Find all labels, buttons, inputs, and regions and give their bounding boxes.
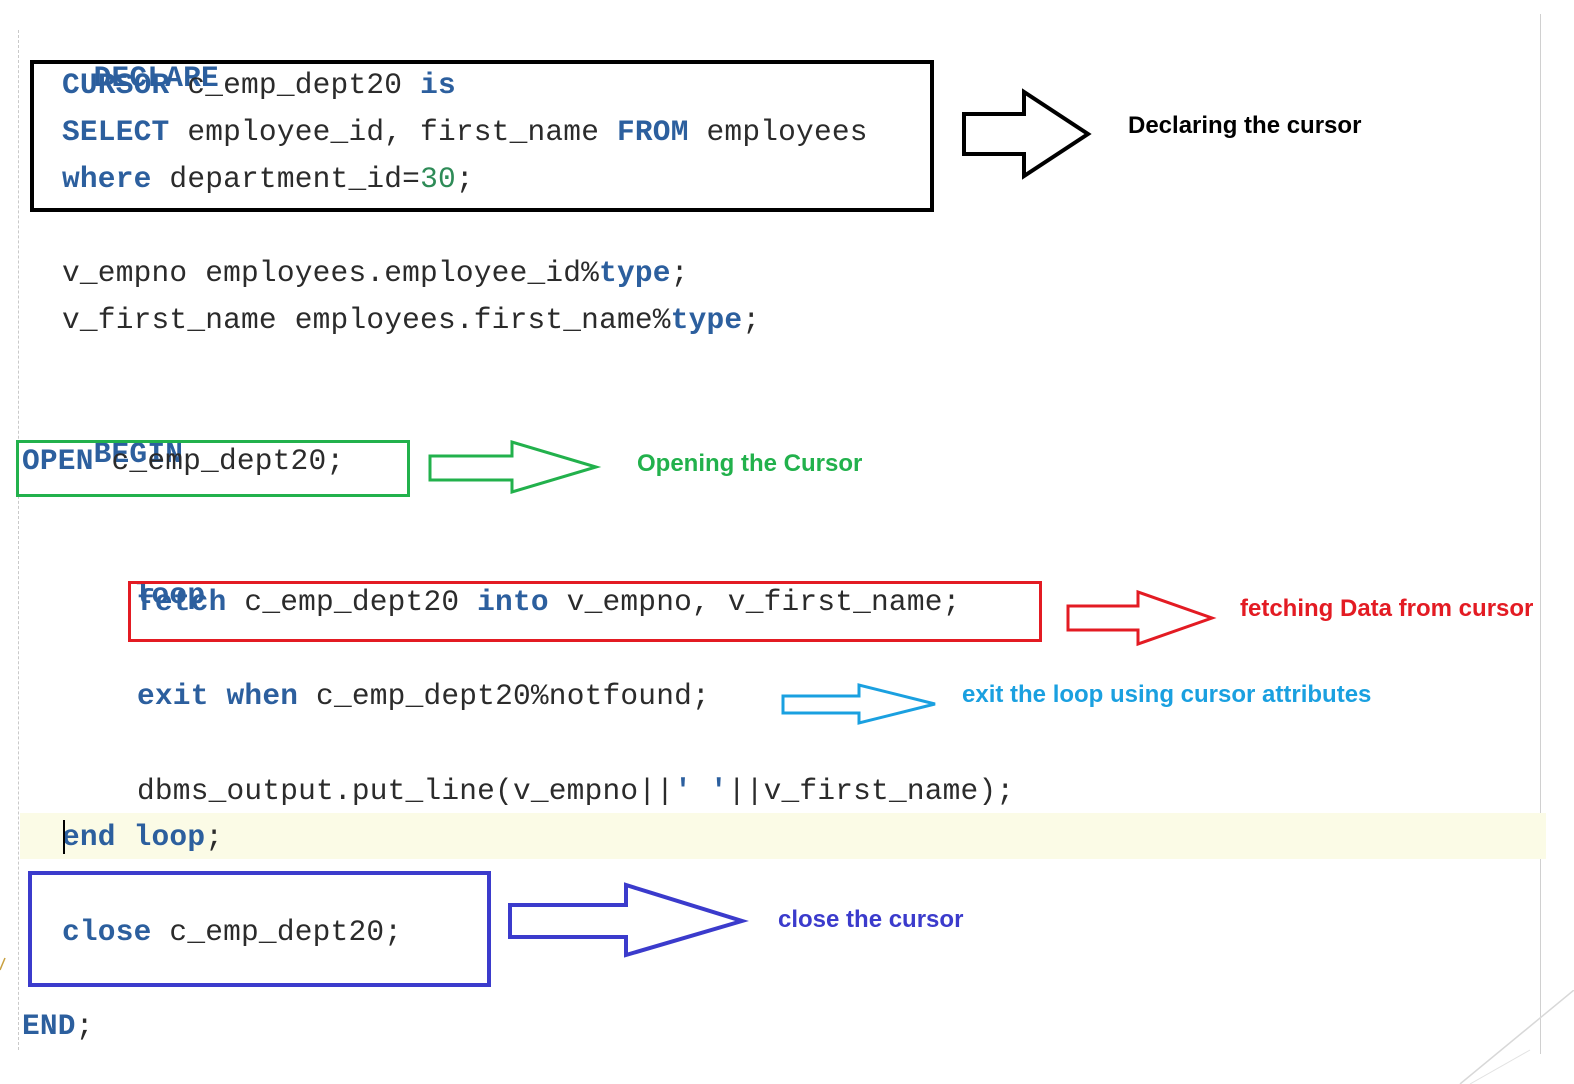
left-edge-mark: [0, 957, 6, 971]
exit-annotation-label: exit the loop using cursor attributes: [962, 681, 1372, 708]
semicolon: ;: [75, 1009, 94, 1043]
corner-decoration: [1459, 990, 1574, 1084]
fetch-cursor-box: [128, 581, 1042, 642]
string-literal: ' ': [674, 774, 728, 808]
code-line-v-empno[interactable]: v_empno employees.employee_id%type;: [62, 253, 689, 293]
close-annotation-label: close the cursor: [778, 906, 964, 933]
code-editor[interactable]: DECLARE CURSOR c_emp_dept20 is SELECT em…: [0, 0, 1574, 1084]
code-line-exit[interactable]: exit when c_emp_dept20%notfound;: [137, 676, 710, 716]
code-line-v-first-name[interactable]: v_first_name employees.first_name%type;: [62, 300, 760, 340]
text-caret: [63, 820, 65, 854]
keyword-when: when: [226, 679, 299, 713]
code-line-end-loop[interactable]: end loop;: [62, 817, 223, 857]
open-annotation-label: Opening the Cursor: [637, 450, 863, 477]
keyword-type: type: [599, 256, 671, 290]
semicolon: ;: [742, 303, 761, 337]
semicolon: ;: [670, 256, 689, 290]
dbms-call-end: ||v_first_name);: [727, 774, 1015, 808]
fetch-arrow-icon: [1066, 589, 1217, 647]
keyword-exit: exit: [137, 679, 209, 713]
gutter-divider: [18, 30, 19, 1050]
keyword-end: end: [62, 820, 116, 854]
declare-cursor-box: [30, 60, 934, 212]
keyword-loop: loop: [133, 820, 206, 854]
code-line-declare[interactable]: DECLARE: [22, 18, 219, 95]
close-cursor-box: [28, 871, 491, 987]
declare-annotation-label: Declaring the cursor: [1128, 112, 1362, 139]
editor-right-border: [1540, 14, 1541, 1054]
close-arrow-icon: [508, 882, 749, 958]
v-first-name-declaration: v_first_name employees.first_name%: [62, 303, 671, 337]
open-cursor-box: [16, 440, 410, 497]
code-line-loop[interactable]: loop: [62, 535, 205, 612]
declare-arrow-icon: [962, 88, 1092, 180]
v-empno-declaration: v_empno employees.employee_id%: [62, 256, 600, 290]
current-line-highlight: [20, 813, 1546, 859]
code-line-dbms-output[interactable]: dbms_output.put_line(v_empno||' '||v_fir…: [137, 771, 1014, 811]
keyword-type: type: [670, 303, 743, 337]
exit-arrow-icon: [781, 683, 936, 725]
fetch-annotation-label: fetching Data from cursor: [1240, 595, 1534, 622]
code-line-begin[interactable]: BEGIN: [22, 394, 183, 471]
semicolon: ;: [205, 820, 224, 854]
keyword-end-block: END: [22, 1009, 76, 1043]
exit-condition: c_emp_dept20%notfound;: [298, 679, 710, 713]
open-arrow-icon: [428, 439, 602, 495]
dbms-call-start: dbms_output.put_line(v_empno||: [137, 774, 675, 808]
code-line-end-block[interactable]: END;: [22, 1006, 94, 1046]
